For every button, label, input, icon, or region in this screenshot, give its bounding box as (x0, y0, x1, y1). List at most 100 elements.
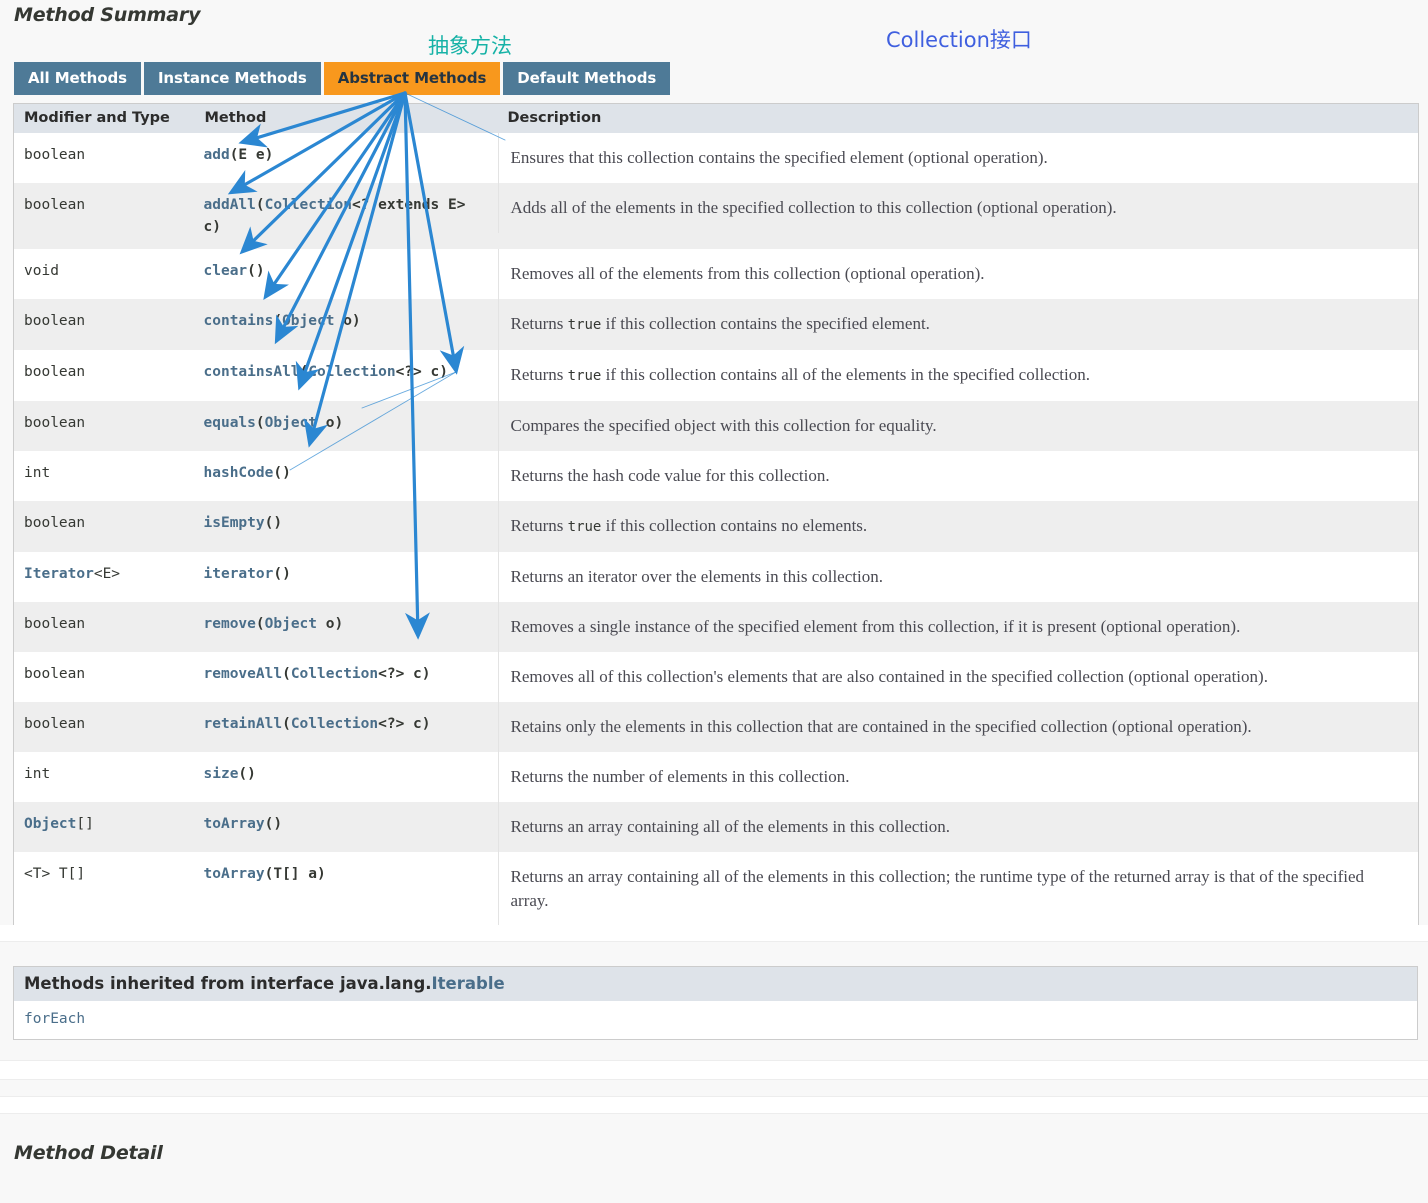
param-type-link[interactable]: Object (265, 415, 317, 431)
method-name-link[interactable]: toArray (204, 816, 265, 832)
method-signature[interactable]: remove(Object o) (195, 602, 498, 646)
method-name-link[interactable]: contains (204, 313, 274, 329)
cell-description: Returns true if this collection contains… (497, 501, 1419, 552)
modifier-type-text: boolean (24, 616, 86, 632)
cell-modifier-and-type: Iterator<E> (13, 552, 195, 602)
cell-method: isEmpty() (194, 501, 498, 552)
description-text: Compares the specified object with this … (497, 401, 1419, 451)
method-signature[interactable]: clear() (195, 249, 498, 293)
cell-modifier-and-type: int (13, 752, 195, 802)
method-signature[interactable]: retainAll(Collection<?> c) (195, 702, 498, 746)
method-signature[interactable]: contains(Object o) (195, 299, 498, 343)
cell-method: addAll(Collection<? extends E> c) (194, 183, 498, 249)
cell-method: add(E e) (194, 133, 498, 183)
param-type-link[interactable]: Collection (308, 364, 395, 380)
cell-modifier-and-type: boolean (13, 133, 195, 183)
method-params-text: <?> c) (395, 364, 448, 380)
cell-description: Returns true if this collection contains… (497, 350, 1419, 401)
method-name-link[interactable]: add (204, 147, 230, 163)
modifier-type-text: boolean (24, 197, 86, 213)
cell-method: iterator() (194, 552, 498, 602)
method-params-text: ( (282, 666, 291, 682)
section-divider-1 (0, 925, 1428, 942)
param-type-link[interactable]: Collection (265, 197, 352, 213)
cell-modifier-and-type: boolean (13, 350, 195, 401)
modifier-type-text: boolean (24, 313, 86, 329)
cell-modifier-and-type: boolean (13, 602, 195, 652)
method-signature[interactable]: size() (195, 752, 498, 796)
inherited-interface-link[interactable]: Iterable (432, 974, 505, 993)
cell-modifier-and-type: boolean (13, 299, 195, 350)
cell-modifier-and-type: boolean (13, 183, 195, 249)
tab-all-methods[interactable]: All Methods (14, 62, 141, 95)
column-header-modifier: Modifier and Type (13, 103, 195, 133)
cell-description: Returns an array containing all of the e… (497, 802, 1419, 852)
method-filter-tabs: All Methods Instance Methods Abstract Me… (14, 62, 673, 95)
type-link[interactable]: Iterator (24, 566, 94, 582)
table-row: int hashCode() Returns the hash code value… (13, 451, 1419, 501)
param-type-link[interactable]: Collection (291, 716, 378, 732)
method-name-link[interactable]: containsAll (204, 364, 300, 380)
description-text: Returns the number of elements in this c… (497, 752, 1419, 802)
tab-default-methods[interactable]: Default Methods (503, 62, 671, 95)
cell-description: Removes a single instance of the specifi… (497, 602, 1419, 652)
table-row: Iterator<E> iterator() Returns an iterator… (13, 552, 1419, 602)
modifier-type-text: int (24, 766, 51, 782)
type-link[interactable]: Object (24, 816, 76, 832)
method-name-link[interactable]: equals (204, 415, 256, 431)
page-title-method-summary: Method Summary (14, 4, 201, 26)
tab-instance-methods[interactable]: Instance Methods (143, 62, 321, 95)
method-name-link[interactable]: clear (204, 263, 248, 279)
description-text: Returns an array containing all of the e… (497, 802, 1419, 852)
method-name-link[interactable]: toArray (204, 866, 265, 882)
tab-abstract-methods[interactable]: Abstract Methods (323, 62, 501, 95)
method-signature[interactable]: isEmpty() (195, 501, 498, 545)
method-signature[interactable]: iterator() (195, 552, 498, 596)
method-signature[interactable]: toArray() (195, 802, 498, 846)
method-signature[interactable]: hashCode() (195, 451, 498, 495)
cell-modifier-and-type: boolean (13, 702, 195, 752)
method-name-link[interactable]: removeAll (204, 666, 283, 682)
section-divider-2 (0, 1060, 1428, 1080)
table-row: boolean add(E e) Ensures that this collect… (13, 133, 1419, 183)
table-row: boolean removeAll(Collection<?> c) Removes… (13, 652, 1419, 702)
param-type-link[interactable]: Object (265, 616, 317, 632)
table-row: int size() Returns the number of elements … (13, 752, 1419, 802)
param-type-link[interactable]: Collection (291, 666, 378, 682)
description-text: Removes all of the elements from this co… (497, 249, 1419, 299)
method-name-link[interactable]: remove (204, 616, 256, 632)
table-header-row: Modifier and Type Method Description (13, 103, 1419, 133)
method-signature[interactable]: equals(Object o) (195, 401, 498, 445)
method-name-link[interactable]: retainAll (204, 716, 283, 732)
cell-description: Ensures that this collection contains th… (497, 133, 1419, 183)
description-text: Adds all of the elements in the specifie… (497, 183, 1419, 233)
description-text: Returns true if this collection contains… (497, 501, 1419, 552)
modifier-type-text: boolean (24, 415, 86, 431)
method-name-link[interactable]: iterator (204, 566, 274, 582)
method-name-link[interactable]: isEmpty (204, 515, 265, 531)
method-params-text: ( (299, 364, 309, 380)
method-name-link[interactable]: addAll (204, 197, 256, 213)
cell-method: containsAll(Collection<?> c) (194, 350, 498, 401)
table-row: boolean containsAll(Collection<?> c) Retur… (13, 350, 1419, 401)
cell-method: size() (194, 752, 498, 802)
param-type-link[interactable]: Object (282, 313, 334, 329)
method-params-text: o) (317, 616, 344, 632)
method-name-link[interactable]: hashCode (204, 465, 274, 481)
cell-method: clear() (194, 249, 498, 299)
modifier-type-text[interactable]: Iterator<E> (14, 552, 195, 596)
method-params-text: () (264, 816, 283, 832)
method-signature[interactable]: containsAll(Collection<?> c) (195, 350, 498, 394)
method-signature[interactable]: removeAll(Collection<?> c) (195, 652, 498, 696)
description-text: Returns the hash code value for this col… (497, 451, 1419, 501)
cell-modifier-and-type: int (13, 451, 195, 501)
modifier-type-text[interactable]: Object[] (14, 802, 195, 846)
method-signature[interactable]: toArray(T[] a) (195, 852, 498, 896)
method-signature[interactable]: addAll(Collection<? extends E> c) (195, 183, 498, 249)
inherited-methods-list[interactable]: forEach (14, 1001, 1417, 1039)
modifier-type-text: boolean (24, 364, 86, 380)
modifier-type-text: <T> T[] (24, 866, 86, 882)
column-header-description: Description (497, 103, 1419, 133)
method-name-link[interactable]: size (204, 766, 239, 782)
method-signature[interactable]: add(E e) (195, 133, 498, 177)
